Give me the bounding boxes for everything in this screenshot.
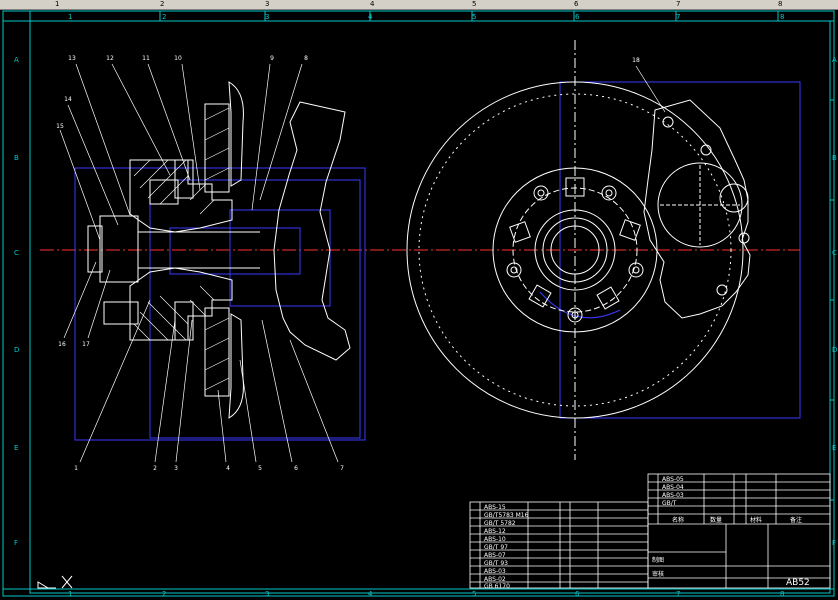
ruler-label: 5 <box>472 0 477 8</box>
cad-drawing-canvas[interactable]: 1 2 3 4 5 6 7 8 1 2 3 4 5 6 7 8 A B C D … <box>0 9 838 600</box>
frame-number: 7 <box>676 13 680 21</box>
frame-number: 5 <box>472 13 476 21</box>
frame-number: 5 <box>472 590 476 598</box>
bom-row: GB/T 97 <box>484 544 508 551</box>
frame-number: 6 <box>575 13 580 21</box>
balloon-7: 7 <box>340 465 344 472</box>
balloon-6: 6 <box>294 465 298 472</box>
frame-number: 8 <box>780 13 784 21</box>
frame-number: 3 <box>265 590 269 598</box>
header-material: 材料 <box>750 516 762 524</box>
frame-number: 8 <box>780 590 784 598</box>
frame-number: 6 <box>575 590 580 598</box>
frame-letter: C <box>832 249 837 257</box>
frame-letter: D <box>14 346 19 354</box>
balloon-2: 2 <box>153 465 157 472</box>
bom-row: ABS-15 <box>484 504 506 511</box>
frame-number: 4 <box>368 590 373 598</box>
ruler-label: 2 <box>160 0 165 8</box>
drawing-number: AB52 <box>786 578 810 588</box>
frame-letter: E <box>832 444 836 452</box>
bom-row: ABS-10 <box>484 536 506 543</box>
frame-letter: B <box>14 154 19 162</box>
frame-number: 3 <box>265 13 269 21</box>
ruler-label: 3 <box>265 0 270 8</box>
ruler-label: 7 <box>676 0 681 8</box>
frame-letter: C <box>14 249 19 257</box>
title-block <box>469 473 831 589</box>
balloon-12: 12 <box>106 55 114 62</box>
bom-row: GB/T 5782 <box>484 520 516 527</box>
section-view <box>40 63 420 463</box>
bom-row: GB/T 93 <box>484 560 508 567</box>
drawing-frame <box>2 10 835 597</box>
balloon-15: 15 <box>56 123 64 130</box>
balloon-13: 13 <box>68 55 76 62</box>
balloon-1: 1 <box>74 465 78 472</box>
frame-letter: F <box>14 539 18 547</box>
bom-row: ABS-02 <box>484 576 506 583</box>
frame-number: 4 <box>368 13 373 21</box>
frame-letter: B <box>832 154 837 162</box>
frame-number: 7 <box>676 590 680 598</box>
frame-letter: A <box>832 56 837 64</box>
balloon-4: 4 <box>226 465 230 472</box>
bom-row: GB/T5783 M16 <box>484 512 529 519</box>
bom-row: ABS-04 <box>662 484 684 491</box>
title-block-text: ABS-05 ABS-04 ABS-03 GB/T 名称 数量 材料 备注 制图… <box>484 476 810 590</box>
header-name: 名称 <box>672 516 684 524</box>
balloon-8: 8 <box>304 55 308 62</box>
header-qty: 数量 <box>710 516 722 524</box>
ucs-icon <box>36 570 76 596</box>
balloon-17: 17 <box>82 341 90 348</box>
header-note: 备注 <box>790 516 802 524</box>
bom-row: ABS-12 <box>484 528 506 535</box>
bom-row: ABS-05 <box>662 476 684 483</box>
ruler-label: 4 <box>370 0 375 8</box>
balloon-5: 5 <box>258 465 262 472</box>
balloon-11: 11 <box>142 55 150 62</box>
part-balloons: 1 2 3 4 5 6 7 8 9 10 11 12 13 14 15 16 1… <box>56 55 640 472</box>
frame-letter: E <box>14 444 18 452</box>
balloon-10: 10 <box>174 55 182 62</box>
balloon-3: 3 <box>174 465 178 472</box>
drawn-by-label: 制图 <box>652 556 664 564</box>
bom-row: ABS-03 <box>484 568 506 575</box>
balloon-9: 9 <box>270 55 274 62</box>
bom-row: ABS-03 <box>662 492 684 499</box>
bom-row: ABS-07 <box>484 552 506 559</box>
bom-row: GB/T <box>662 500 677 507</box>
frame-letter: D <box>832 346 837 354</box>
balloon-14: 14 <box>64 96 72 103</box>
front-view <box>370 40 801 460</box>
checked-by-label: 审核 <box>652 570 664 578</box>
frame-letter: A <box>14 56 19 64</box>
balloon-16: 16 <box>58 341 66 348</box>
frame-number: 2 <box>162 13 166 21</box>
ruler-label: 6 <box>574 0 579 8</box>
balloon-18: 18 <box>632 57 640 64</box>
frame-number: 2 <box>162 590 166 598</box>
bom-row: GB 6170 <box>484 583 510 590</box>
ruler-label: 8 <box>778 0 783 8</box>
ruler-label: 1 <box>55 0 60 8</box>
frame-number: 1 <box>68 13 72 21</box>
frame-letter: F <box>832 539 836 547</box>
